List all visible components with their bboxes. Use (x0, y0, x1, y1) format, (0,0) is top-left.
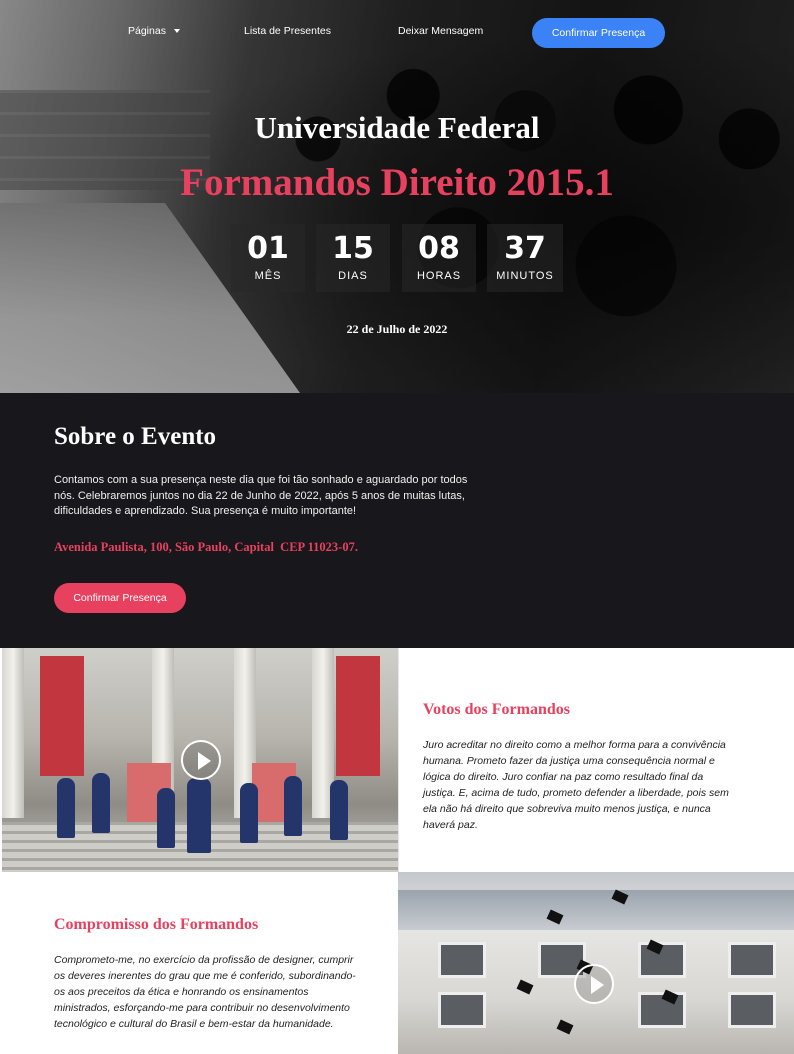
countdown-days: 15 DIAS (316, 224, 390, 292)
about-text: Contamos com a sua presença neste dia qu… (54, 474, 468, 517)
countdown-value: 01 (247, 231, 289, 266)
graduate-figure (240, 783, 258, 843)
nav-link-gifts[interactable]: Lista de Presentes (244, 25, 331, 37)
countdown-value: 08 (418, 231, 460, 266)
column-shape (2, 648, 24, 818)
play-icon[interactable] (181, 740, 221, 780)
countdown-month: 01 MÊS (231, 224, 305, 292)
graduate-figure (284, 776, 302, 836)
red-banner (40, 656, 84, 776)
play-icon[interactable] (574, 964, 614, 1004)
event-date: 22 de Julho de 2022 (346, 322, 448, 336)
building-facade (398, 890, 794, 930)
graduation-video-thumbnail-2[interactable] (398, 872, 794, 1054)
caret-down-icon (173, 29, 180, 34)
hero-section: Páginas Lista de Presentes Deixar Mensag… (0, 0, 794, 393)
nav-link-message[interactable]: Deixar Mensagem (398, 25, 483, 37)
compromisso-title: Compromisso dos Formandos (54, 916, 259, 933)
nav-confirm-button[interactable]: Confirmar Presença (532, 18, 665, 48)
votos-text: Juro acreditar no direito como a melhor … (423, 739, 729, 831)
countdown-minutes: 37 MINUTOS (487, 224, 563, 292)
votos-section: Votos dos Formandos Juro acreditar no di… (398, 648, 794, 872)
window-shape (438, 942, 486, 978)
countdown-label: MÊS (254, 270, 282, 282)
countdown-label: MINUTOS (496, 270, 554, 282)
countdown-label: DIAS (338, 270, 368, 282)
graduate-figure (330, 780, 348, 840)
graduation-video-thumbnail[interactable] (2, 648, 398, 872)
window-shape (728, 992, 776, 1028)
compromisso-section: Compromisso dos Formandos Comprometo-me,… (0, 872, 398, 1054)
about-confirm-button[interactable]: Confirmar Presença (54, 583, 186, 613)
countdown-label: HORAS (416, 270, 462, 282)
about-section: Sobre o Evento Contamos com a sua presen… (0, 393, 794, 648)
graduation-cap-icon (516, 979, 534, 995)
window-shape (728, 942, 776, 978)
nav-pages-dropdown[interactable]: Páginas (128, 25, 180, 37)
hero-title: Universidade Federal (254, 110, 540, 145)
red-banner (336, 656, 380, 776)
hero-subtitle: Formandos Direito 2015.1 (180, 161, 614, 204)
event-address: Avenida Paulista, 100, São Paulo, Capita… (54, 540, 358, 554)
graduate-figure (92, 773, 110, 833)
votos-title: Votos dos Formandos (423, 701, 570, 718)
top-nav: Páginas Lista de Presentes Deixar Mensag… (0, 18, 794, 48)
window-shape (438, 992, 486, 1028)
countdown-value: 15 (332, 231, 374, 266)
countdown-hours: 08 HORAS (402, 224, 476, 292)
graduation-cap-icon (556, 1019, 574, 1035)
countdown-value: 37 (504, 231, 546, 266)
graduate-figure (157, 788, 175, 848)
nav-pages-label: Páginas (128, 25, 166, 37)
graduate-figure (57, 778, 75, 838)
compromisso-text: Comprometo-me, no exercício da profissão… (54, 954, 356, 1030)
about-title: Sobre o Evento (54, 423, 217, 450)
countdown: 01 MÊS 15 DIAS 08 HORAS 37 MINUTOS (231, 224, 563, 292)
graduate-figure (187, 778, 211, 853)
